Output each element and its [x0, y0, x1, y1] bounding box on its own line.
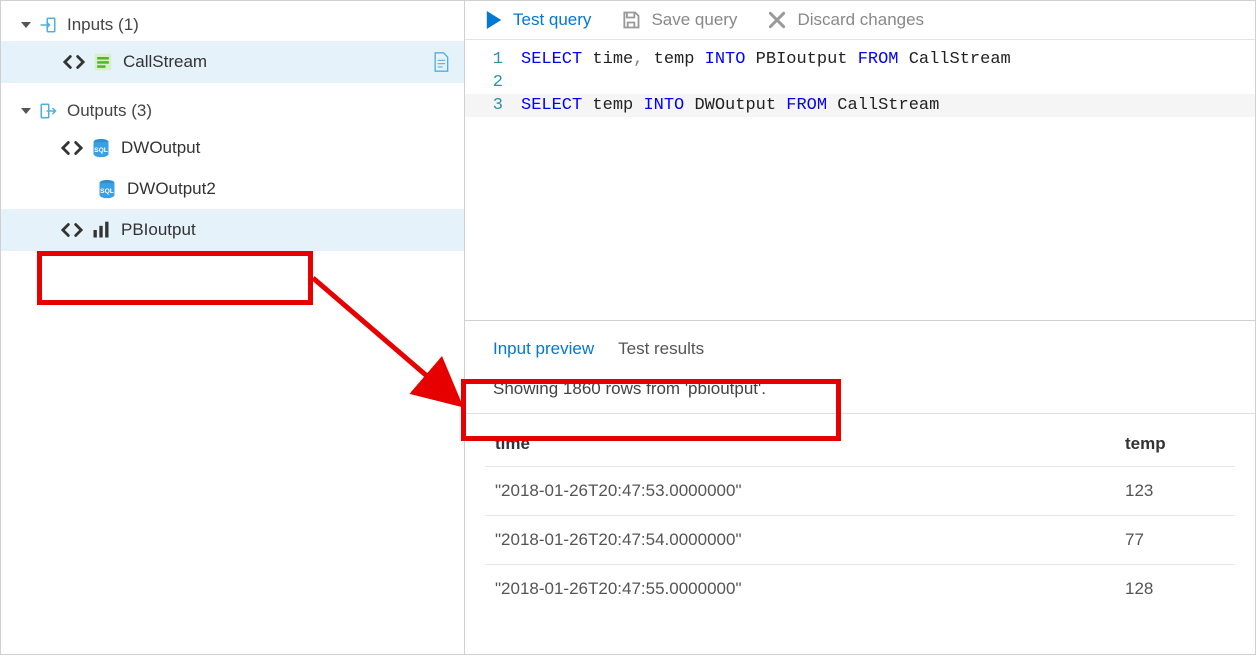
code-icon [61, 137, 83, 159]
save-icon [621, 10, 641, 30]
sidebar-item-dwoutput2[interactable]: SQL DWOutput2 [1, 169, 464, 209]
main-panel: Test query Save query Discard changes 1S… [465, 1, 1255, 654]
code-line[interactable]: 3SELECT temp INTO DWOutput FROM CallStre… [465, 94, 1255, 117]
sidebar-item-label: DWOutput [121, 138, 200, 158]
cell-temp: 123 [1115, 467, 1235, 516]
sidebar-item-label: PBIoutput [121, 220, 196, 240]
column-header-time[interactable]: time [485, 422, 1115, 467]
document-icon [432, 52, 450, 72]
sidebar: Inputs (1) CallStream [1, 1, 465, 654]
results-table: time temp "2018-01-26T20:47:53.0000000"1… [485, 422, 1235, 613]
sidebar-item-label: DWOutput2 [127, 179, 216, 199]
cell-time: "2018-01-26T20:47:55.0000000" [485, 565, 1115, 614]
tab-input-preview[interactable]: Input preview [493, 339, 594, 359]
code-content: SELECT time, temp INTO PBIoutput FROM Ca… [521, 50, 1011, 69]
query-editor[interactable]: 1SELECT time, temp INTO PBIoutput FROM C… [465, 40, 1255, 320]
code-content: SELECT temp INTO DWOutput FROM CallStrea… [521, 96, 939, 115]
line-number: 3 [465, 96, 521, 115]
code-icon [61, 219, 83, 241]
pbi-icon [91, 220, 111, 240]
stream-icon [93, 52, 113, 72]
save-query-label: Save query [651, 10, 737, 30]
table-row[interactable]: "2018-01-26T20:47:55.0000000"128 [485, 565, 1235, 614]
sql-icon: SQL [97, 179, 117, 199]
code-icon [63, 51, 85, 73]
play-icon [485, 9, 503, 31]
caret-down-icon [21, 108, 31, 114]
cell-temp: 128 [1115, 565, 1235, 614]
test-query-label: Test query [513, 10, 591, 30]
sidebar-outputs-section: Outputs (3) SQL DWOutput SQL DWOutput2 PBIou… [1, 95, 464, 251]
results-tabs: Input preview Test results [465, 321, 1255, 365]
code-line[interactable]: 1SELECT time, temp INTO PBIoutput FROM C… [465, 48, 1255, 71]
svg-text:SQL: SQL [100, 188, 114, 195]
sidebar-inputs-label: Inputs (1) [67, 15, 139, 35]
output-icon [39, 102, 57, 120]
input-icon [39, 16, 57, 34]
cell-time: "2018-01-26T20:47:53.0000000" [485, 467, 1115, 516]
table-row[interactable]: "2018-01-26T20:47:53.0000000"123 [485, 467, 1235, 516]
column-header-temp[interactable]: temp [1115, 422, 1235, 467]
tab-test-results[interactable]: Test results [618, 339, 704, 359]
save-query-button[interactable]: Save query [621, 10, 737, 30]
line-number: 1 [465, 50, 521, 69]
close-icon [767, 10, 787, 30]
sidebar-inputs-header[interactable]: Inputs (1) [1, 9, 464, 41]
cell-temp: 77 [1115, 516, 1235, 565]
table-row[interactable]: "2018-01-26T20:47:54.0000000"77 [485, 516, 1235, 565]
test-query-button[interactable]: Test query [485, 9, 591, 31]
caret-down-icon [21, 22, 31, 28]
results-status: Showing 1860 rows from 'pbioutput'. [465, 365, 1255, 414]
query-toolbar: Test query Save query Discard changes [465, 1, 1255, 40]
sql-icon: SQL [91, 138, 111, 158]
line-number: 2 [465, 73, 521, 92]
sidebar-item-label: CallStream [123, 52, 207, 72]
app-root: Inputs (1) CallStream [0, 0, 1256, 655]
svg-text:SQL: SQL [94, 147, 108, 154]
sidebar-outputs-label: Outputs (3) [67, 101, 152, 121]
sidebar-outputs-header[interactable]: Outputs (3) [1, 95, 464, 127]
discard-changes-button[interactable]: Discard changes [767, 10, 924, 30]
sidebar-inputs-section: Inputs (1) CallStream [1, 9, 464, 83]
sidebar-item-callstream[interactable]: CallStream [1, 41, 464, 83]
sidebar-item-dwoutput[interactable]: SQL DWOutput [1, 127, 464, 169]
results-panel: Input preview Test results Showing 1860 … [465, 320, 1255, 654]
cell-time: "2018-01-26T20:47:54.0000000" [485, 516, 1115, 565]
code-line[interactable]: 2 [465, 71, 1255, 94]
discard-changes-label: Discard changes [797, 10, 924, 30]
sidebar-item-pbioutput[interactable]: PBIoutput [1, 209, 464, 251]
